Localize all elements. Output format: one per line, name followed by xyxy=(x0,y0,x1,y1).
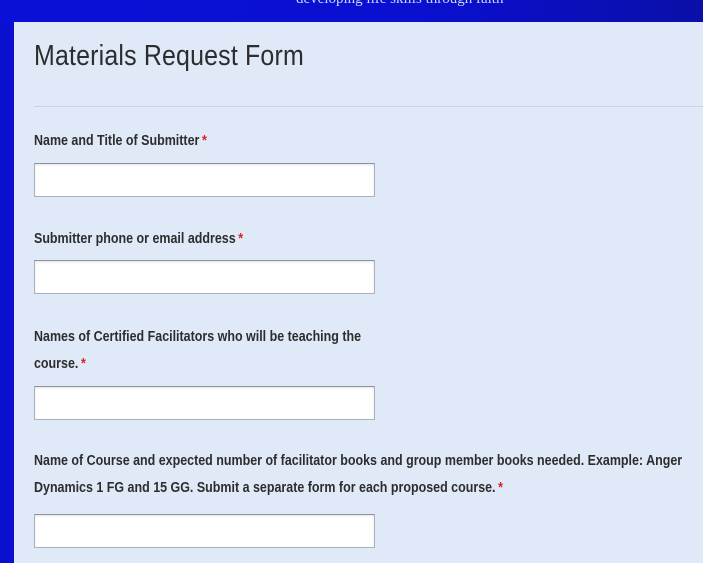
title-divider xyxy=(34,106,703,107)
submitter-contact-input[interactable] xyxy=(34,260,375,294)
required-asterisk: * xyxy=(80,356,86,372)
field-label-submitter-name: Name and Title of Submitter * xyxy=(34,128,636,155)
required-asterisk: * xyxy=(201,133,207,149)
required-asterisk: * xyxy=(498,480,503,496)
site-header-bar: developing life skills through faith xyxy=(0,0,703,22)
facilitators-input[interactable] xyxy=(34,386,375,420)
course-books-input[interactable] xyxy=(34,514,375,548)
field-label-facilitators: Names of Certified Facilitators who will… xyxy=(34,324,378,378)
field-label-course-books: Name of Course and expected number of fa… xyxy=(34,448,703,502)
required-asterisk: * xyxy=(238,231,244,247)
field-label-text: Submitter phone or email address xyxy=(34,231,236,247)
field-label-text: Name of Course and expected number of fa… xyxy=(34,453,683,496)
page-title: Materials Request Form xyxy=(34,40,304,72)
site-tagline: developing life skills through faith xyxy=(296,0,503,8)
submitter-name-input[interactable] xyxy=(34,163,375,197)
field-label-text: Name and Title of Submitter xyxy=(34,133,200,149)
form-panel: Materials Request Form Name and Title of… xyxy=(14,22,703,563)
field-label-submitter-contact: Submitter phone or email address * xyxy=(34,226,636,253)
